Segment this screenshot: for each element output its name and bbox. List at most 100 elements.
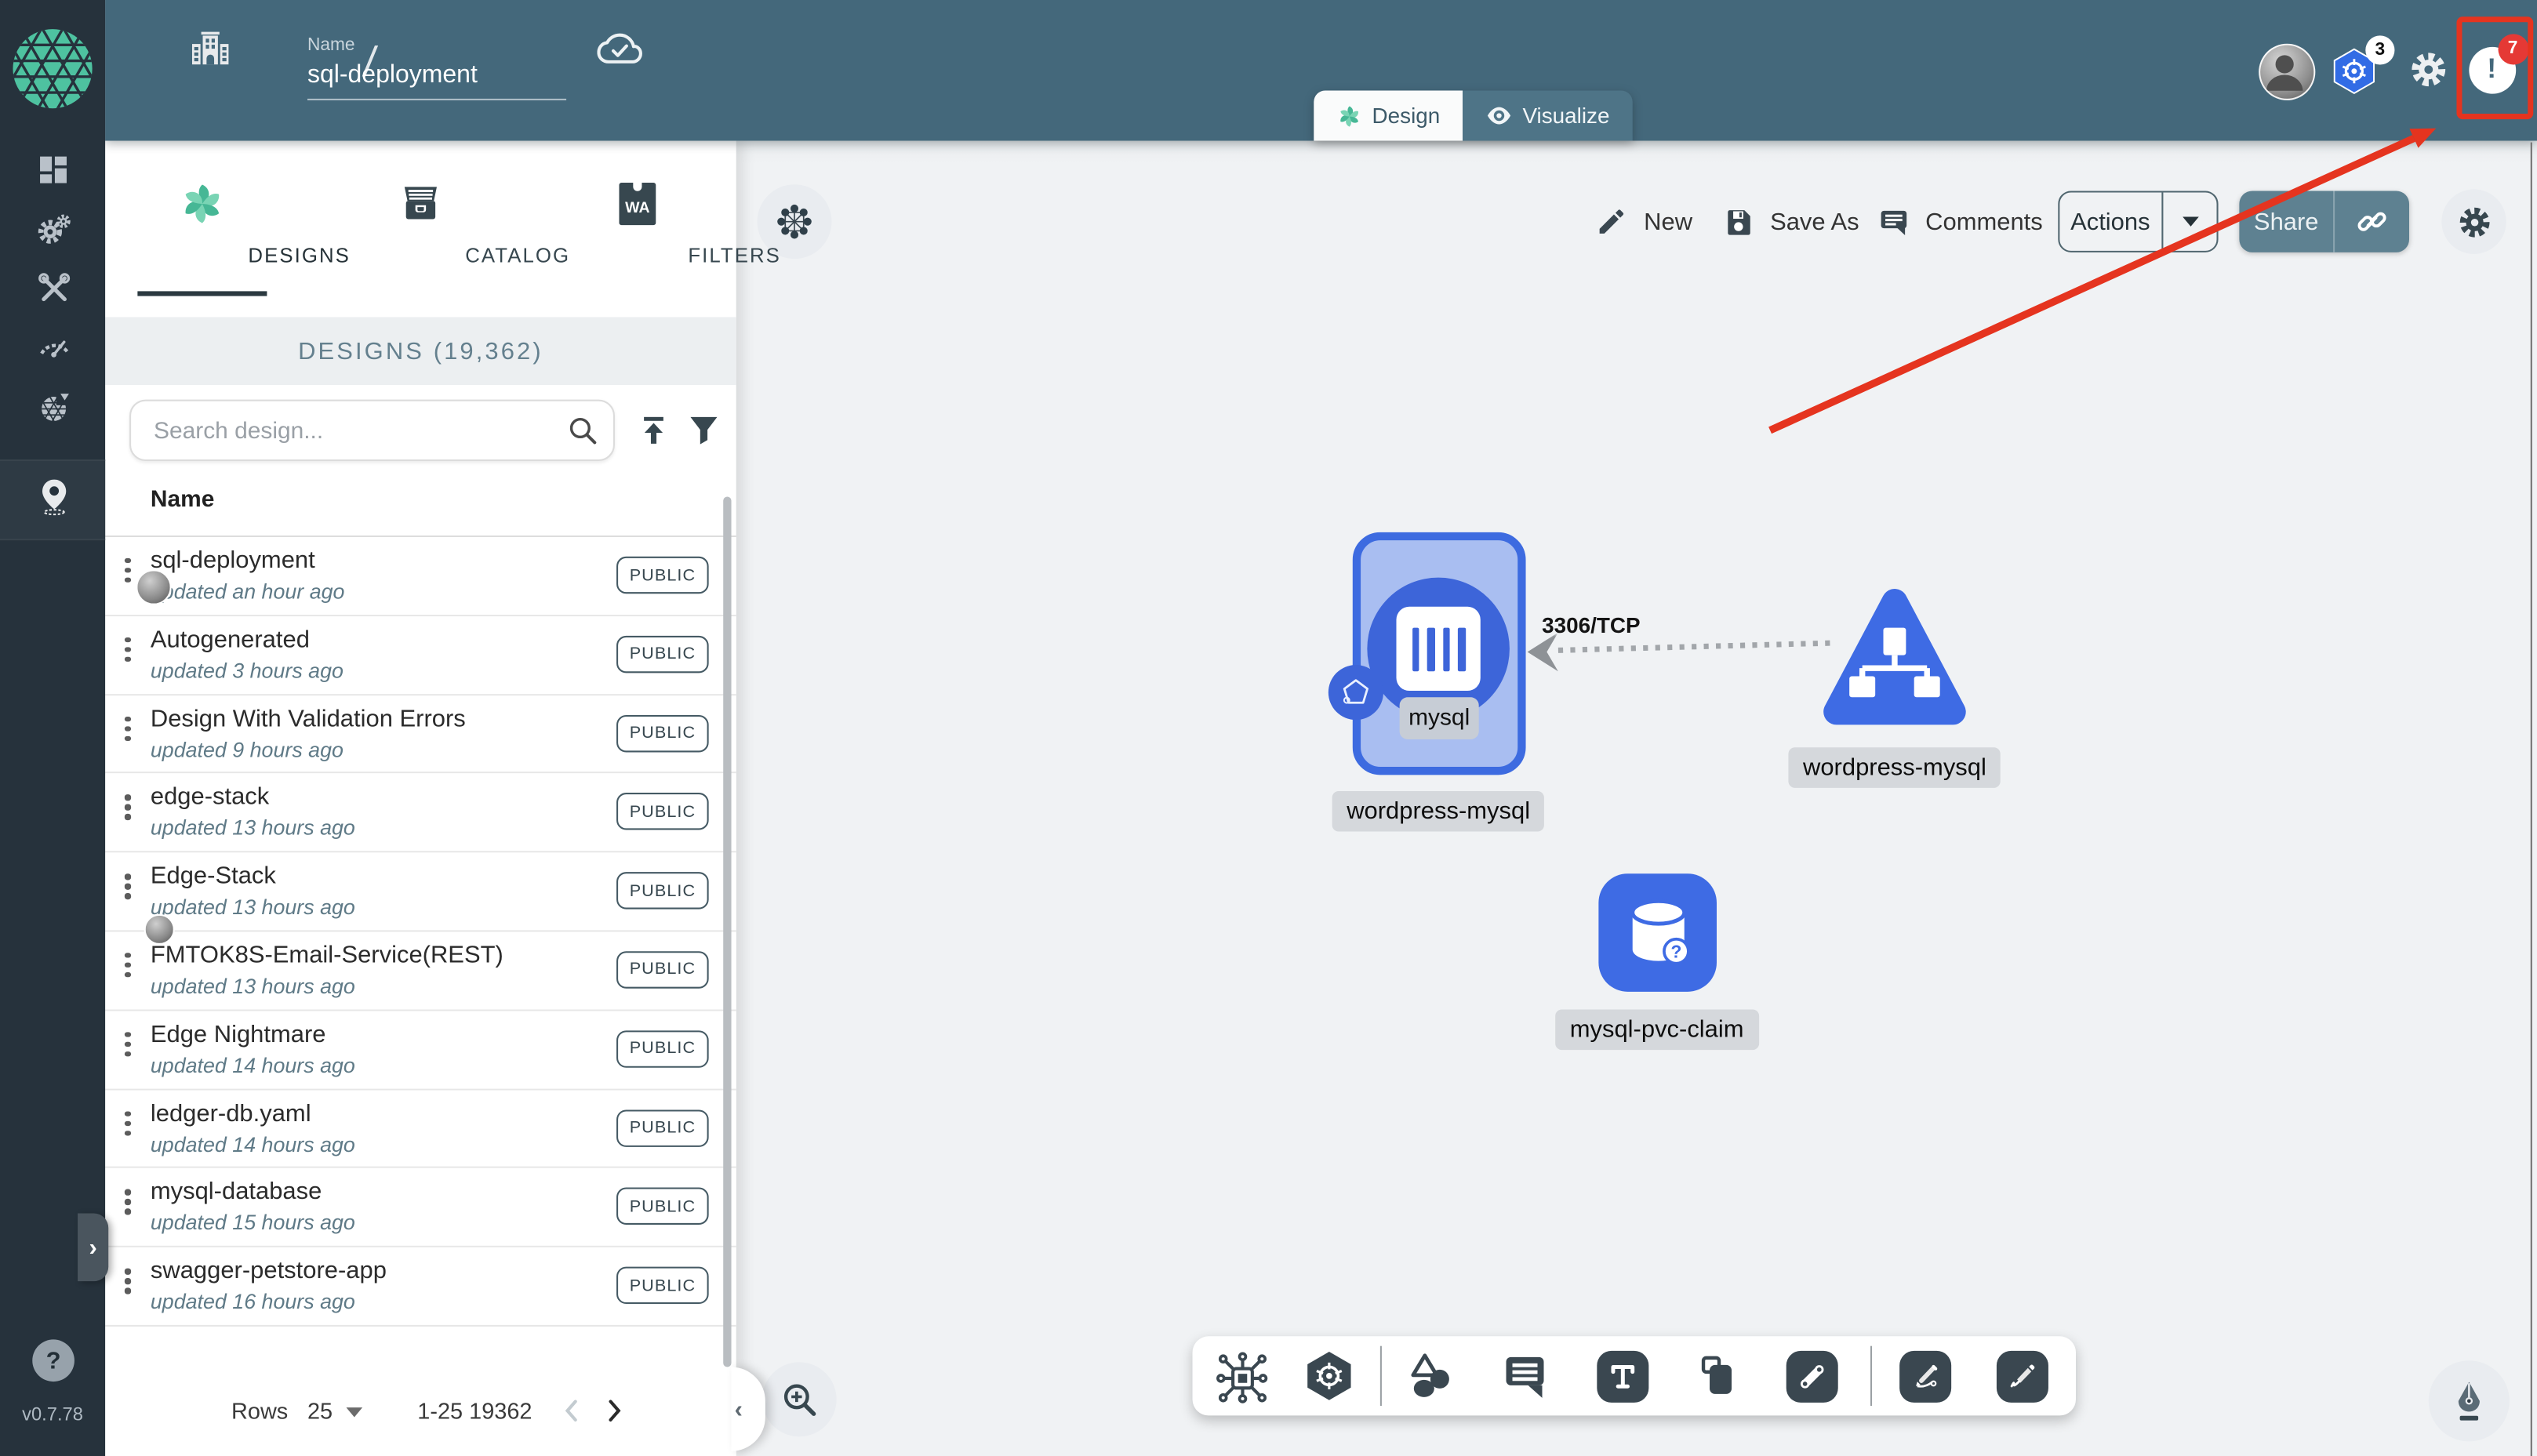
sidebar-item-performance[interactable] [35, 327, 70, 362]
canvas-settings-button[interactable] [2441, 189, 2506, 254]
filter-list-button[interactable] [685, 411, 724, 450]
sidebar-item-kanvas[interactable] [35, 476, 70, 516]
share-button[interactable]: Share [2239, 191, 2410, 252]
actions-button[interactable]: Actions [2058, 191, 2219, 252]
pod-badge-icon[interactable] [1328, 665, 1383, 721]
new-label: New [1644, 208, 1693, 236]
sidebar-item-lifecycle[interactable] [35, 210, 70, 245]
row-menu-icon[interactable] [122, 953, 135, 978]
tab-catalog[interactable]: CATALOG [324, 141, 569, 303]
notifications-button[interactable]: ! 7 [2468, 33, 2528, 93]
help-button[interactable]: ? [32, 1339, 75, 1382]
kubernetes-icon [1307, 1352, 1351, 1400]
tab-filters[interactable]: WA FILTERS [540, 141, 780, 303]
panel-section-title: DESIGNS (19,362) [105, 317, 736, 386]
design-list-item[interactable]: FMTOK8S-Email-Service(REST) updated 13 h… [105, 931, 736, 1011]
chevron-down-icon [2182, 216, 2198, 227]
organization-icon[interactable] [186, 24, 234, 73]
row-menu-icon[interactable] [122, 1110, 135, 1136]
design-name: mysql-database [150, 1178, 322, 1206]
next-page-button[interactable] [600, 1397, 627, 1425]
visibility-badge: PUBLIC [616, 1029, 709, 1068]
deployment-icon [1396, 606, 1481, 692]
row-menu-icon[interactable] [122, 557, 135, 583]
row-menu-icon[interactable] [122, 873, 135, 899]
zoom-button[interactable] [761, 1362, 837, 1437]
copy-link-button[interactable] [2335, 204, 2409, 239]
search-icon[interactable] [565, 412, 600, 448]
design-list-item[interactable]: edge-stack updated 13 hours ago PUBLIC [105, 774, 736, 853]
design-list-item[interactable]: Edge Nightmare updated 14 hours ago PUBL… [105, 1011, 736, 1090]
design-mode-indicator-button[interactable] [2428, 1360, 2510, 1442]
kubernetes-context-button[interactable]: 3 [2330, 35, 2395, 96]
svg-text:WA: WA [625, 199, 649, 216]
tab-design-mode[interactable]: Design [1314, 90, 1463, 141]
previous-page-button[interactable] [558, 1397, 586, 1425]
actions-dropdown-button[interactable] [2163, 216, 2216, 227]
design-updated: updated 13 hours ago [150, 974, 355, 999]
design-list-item[interactable]: ledger-db.yaml updated 14 hours ago PUBL… [105, 1089, 736, 1169]
design-updated: updated 3 hours ago [150, 658, 343, 683]
user-avatar[interactable] [2258, 42, 2315, 100]
comment-icon [1881, 209, 1907, 234]
visibility-badge: PUBLIC [616, 635, 709, 673]
canvas-dock-toolbar [1192, 1336, 2077, 1416]
row-menu-icon[interactable] [122, 716, 135, 741]
sidebar-item-extensions[interactable] [35, 388, 73, 423]
row-menu-icon[interactable] [122, 1189, 135, 1215]
search-input[interactable] [150, 401, 562, 462]
kubernetes-components-tool[interactable] [1301, 1348, 1358, 1404]
svg-text:?: ? [1670, 940, 1681, 960]
note-tool[interactable] [1689, 1348, 1746, 1404]
new-design-button[interactable]: New [1595, 194, 1692, 249]
design-canvas[interactable] [736, 140, 2537, 1456]
window-scrollbar[interactable] [2529, 142, 2533, 1456]
app-version: v0.7.78 [22, 1406, 83, 1425]
row-menu-icon[interactable] [122, 637, 135, 663]
shapes-tool[interactable] [1403, 1348, 1459, 1404]
sidebar-item-configuration[interactable] [35, 271, 70, 306]
design-list-item[interactable]: swagger-petstore-app updated 16 hours ag… [105, 1247, 736, 1327]
design-list-item[interactable]: Edge-Stack updated 13 hours ago PUBLIC [105, 852, 736, 945]
design-list-item[interactable]: mysql-database updated 15 hours ago PUBL… [105, 1168, 736, 1248]
meshery-logo[interactable] [11, 27, 93, 110]
expand-sidebar-button[interactable]: › [78, 1213, 109, 1282]
row-menu-icon[interactable] [122, 1269, 135, 1294]
freehand-draw-tool[interactable] [1994, 1348, 2050, 1404]
wasm-filters-icon: WA [616, 180, 660, 227]
edge-port-label: 3306/TCP [1542, 613, 1641, 637]
panel-scrollbar[interactable] [723, 496, 732, 1367]
tab-visualize-label: Visualize [1522, 103, 1610, 129]
design-list-item[interactable]: sql-deployment updated an hour ago PUBLI… [105, 537, 736, 616]
text-tool[interactable] [1594, 1348, 1650, 1404]
design-list-item[interactable]: Autogenerated updated 3 hours ago PUBLIC [105, 615, 736, 695]
freehand-draw-icon [1995, 1349, 2048, 1402]
node-mysql-deployment[interactable]: mysql [1352, 532, 1526, 775]
row-menu-icon[interactable] [122, 1031, 135, 1057]
share-label: Share [2253, 208, 2319, 236]
tab-designs[interactable]: DESIGNS [105, 141, 349, 303]
annotate-tool[interactable] [1896, 1348, 1953, 1404]
import-design-button[interactable] [634, 411, 674, 450]
row-menu-icon[interactable] [122, 794, 135, 820]
node-mysql-pvc-claim[interactable]: ? [1598, 873, 1717, 992]
comments-label: Comments [1925, 208, 2043, 236]
settings-button[interactable] [2408, 49, 2450, 91]
design-list-item[interactable]: Design With Validation Errors updated 9 … [105, 695, 736, 775]
visibility-badge: PUBLIC [616, 1109, 709, 1147]
comment-tool[interactable] [1496, 1348, 1553, 1404]
design-search[interactable] [129, 399, 615, 462]
column-header-name: Name [150, 487, 215, 514]
visibility-badge: PUBLIC [616, 714, 709, 752]
node-wordpress-mysql-service[interactable] [1822, 586, 1968, 732]
tab-visualize-mode[interactable]: Visualize [1463, 90, 1633, 141]
tab-filters-label: FILTERS [688, 244, 781, 267]
connect-tool[interactable] [1783, 1348, 1840, 1404]
design-name-input[interactable] [307, 61, 567, 100]
design-updated: updated 9 hours ago [150, 737, 343, 761]
save-as-button[interactable]: Save As [1721, 194, 1859, 249]
sidebar-item-dashboard[interactable] [35, 152, 70, 187]
comments-button[interactable]: Comments [1877, 194, 2043, 249]
components-tool[interactable] [1212, 1348, 1268, 1404]
rows-per-page-select[interactable]: 25 [307, 1398, 362, 1424]
